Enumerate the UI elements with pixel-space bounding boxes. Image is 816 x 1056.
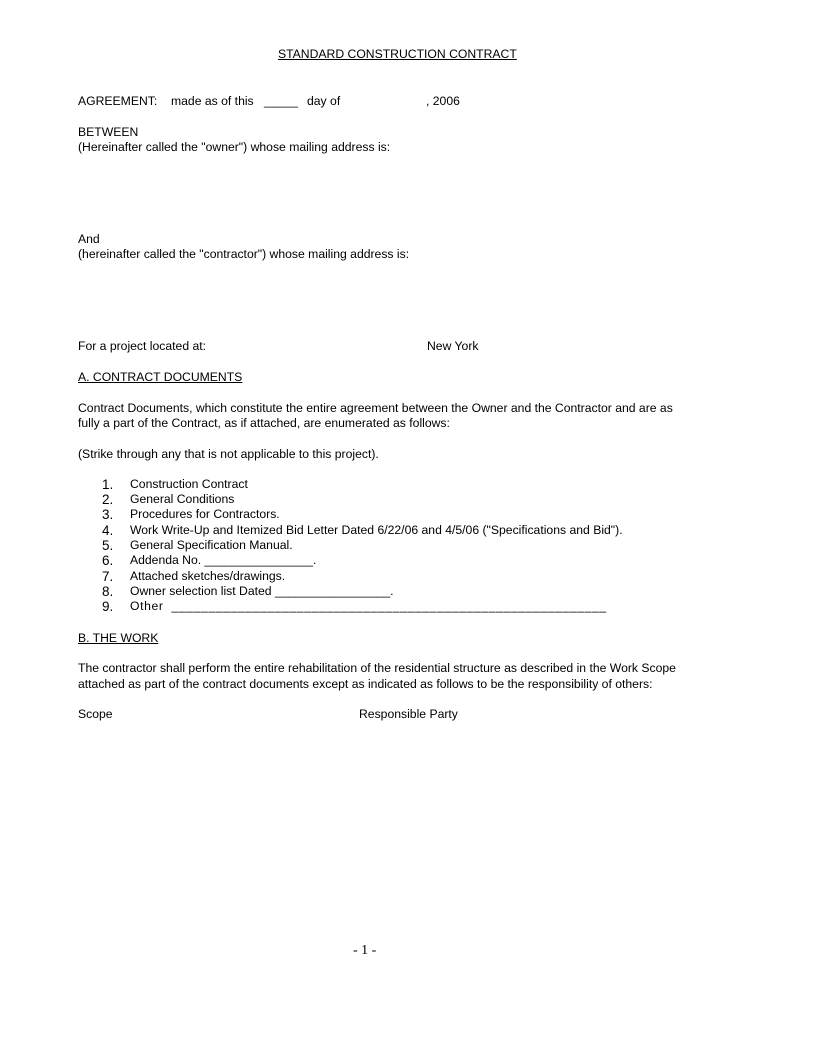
project-location-label: For a project located at:: [78, 339, 207, 353]
section-a-paragraph-line-2: fully a part of the Contract, as if atta…: [78, 416, 450, 430]
scope-column-header: Scope: [78, 707, 113, 721]
document-page: STANDARD CONSTRUCTION CONTRACT AGREEMENT…: [0, 0, 816, 1056]
page-number: - 1 -: [353, 943, 377, 958]
list-item-text: Procedures for Contractors.: [130, 507, 280, 521]
list-item-number: 3.: [102, 507, 114, 522]
list-item-number: 6.: [102, 553, 114, 568]
list-item-text: Work Write-Up and Itemized Bid Letter Da…: [130, 523, 623, 537]
contractor-address-line: (hereinafter called the "contractor") wh…: [78, 247, 410, 261]
agreement-day-blank: _____: [264, 94, 298, 108]
agreement-made-as-of: made as of this: [171, 94, 254, 108]
list-item-number: 7.: [102, 569, 114, 584]
list-item-text: Owner selection list Dated _____________…: [130, 584, 394, 598]
agreement-label: AGREEMENT:: [78, 94, 158, 108]
list-item-text: Attached sketches/drawings.: [130, 569, 286, 583]
list-item-text: General Conditions: [130, 492, 235, 506]
list-item-text: General Specification Manual.: [130, 538, 293, 552]
section-b-paragraph-line-2: attached as part of the contract documen…: [78, 677, 653, 691]
list-item-number: 5.: [102, 538, 114, 553]
project-location-value: New York: [427, 339, 479, 353]
section-a-heading: A. CONTRACT DOCUMENTS: [78, 370, 243, 384]
list-item-number: 4.: [102, 523, 114, 538]
list-item-number: 1.: [102, 477, 114, 492]
strike-through-note: (Strike through any that is not applicab…: [78, 447, 379, 461]
agreement-year: , 2006: [426, 94, 460, 108]
section-a-paragraph-line-1: Contract Documents, which constitute the…: [78, 401, 673, 415]
and-label: And: [78, 232, 100, 246]
section-b-heading: B. THE WORK: [78, 631, 159, 645]
between-label: BETWEEN: [78, 125, 139, 139]
list-item-number: 8.: [102, 584, 114, 599]
list-item-text: Addenda No. ________________.: [130, 553, 317, 567]
agreement-day-of: day of: [307, 94, 341, 108]
responsible-party-column-header: Responsible Party: [359, 707, 458, 721]
list-item-number: 2.: [102, 492, 114, 507]
list-item-number: 9.: [102, 599, 114, 614]
list-item-text: Other __________________________________…: [130, 599, 607, 613]
list-item-text: Construction Contract: [130, 477, 248, 491]
owner-address-line: (Hereinafter called the "owner") whose m…: [78, 140, 391, 154]
section-b-paragraph-line-1: The contractor shall perform the entire …: [78, 661, 676, 675]
document-title: STANDARD CONSTRUCTION CONTRACT: [278, 47, 517, 61]
